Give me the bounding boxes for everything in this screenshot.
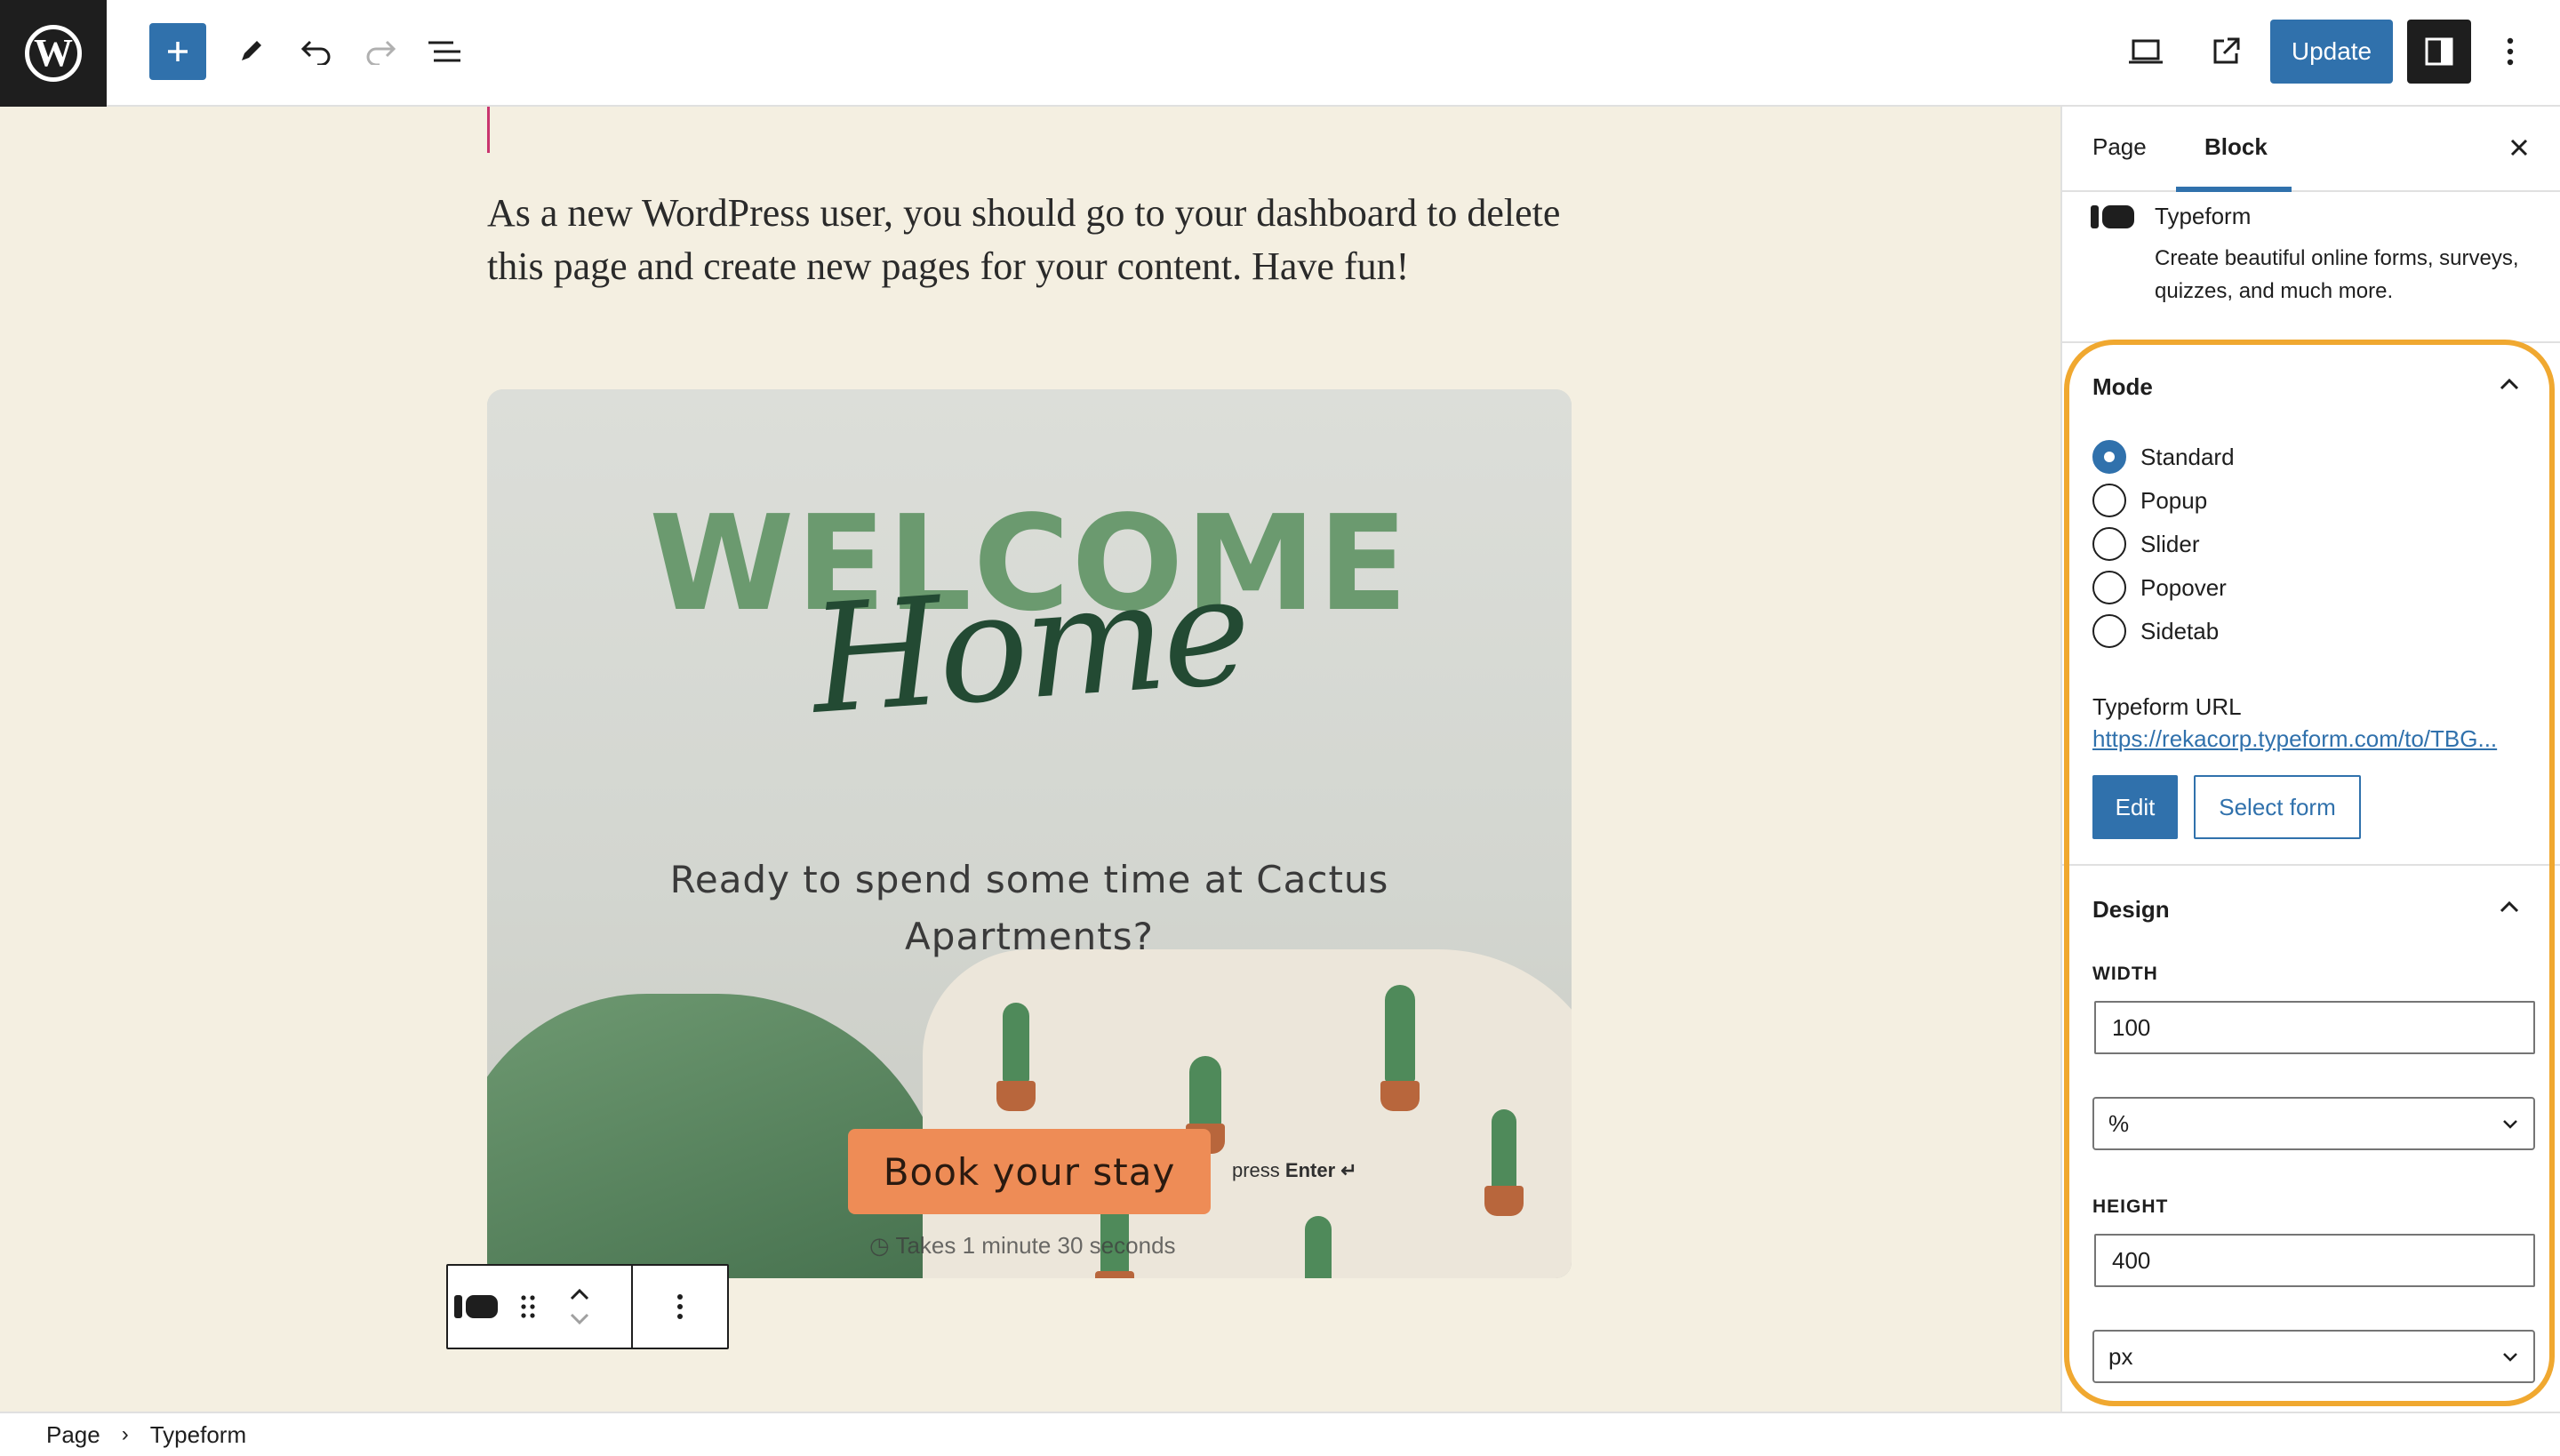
block-title: Typeform [2155,203,2252,229]
chevron-up-icon[interactable] [2496,372,2523,398]
mode-option-popover[interactable]: Popover [2092,570,2227,605]
mode-option-sidetab[interactable]: Sidetab [2092,613,2219,649]
edit-form-button[interactable]: Edit [2092,775,2178,839]
external-link-icon [2213,37,2240,64]
laptop-preview-icon [2129,39,2163,64]
active-tab-indicator [2176,187,2292,192]
editor-canvas[interactable]: As a new WordPress user, you should go t… [0,107,2060,1412]
block-options-button[interactable] [657,1266,703,1348]
book-your-stay-button[interactable]: Book your stay [848,1129,1211,1214]
mode-option-standard[interactable]: Standard [2092,439,2235,475]
width-input[interactable]: 100 [2094,1001,2535,1054]
block-description: Create beautiful online forms, surveys, … [2155,246,2519,303]
width-unit-value: % [2108,1109,2130,1137]
move-down-icon[interactable] [568,1312,591,1326]
press-text: press [1232,1159,1280,1181]
mode-option-slider[interactable]: Slider [2092,526,2199,562]
move-up-icon[interactable] [568,1287,591,1301]
breadcrumb-item-page[interactable]: Page [46,1421,100,1449]
plus-icon [168,42,188,61]
sidebar-toggle-icon [2425,37,2453,66]
enter-key-text: Enter ↵ [1284,1159,1357,1181]
height-input[interactable]: 400 [2094,1234,2535,1287]
typeform-block-icon [454,1295,498,1318]
options-menu-button[interactable] [2482,23,2539,80]
paragraph-block[interactable]: As a new WordPress user, you should go t… [487,187,1589,293]
vertical-ellipsis-icon [2507,37,2514,66]
height-label: HEIGHT [2092,1196,2169,1217]
block-toolbar [446,1264,729,1349]
redo-button[interactable] [352,23,409,80]
chevron-down-icon [2503,1120,2517,1129]
move-block-buttons [551,1266,608,1348]
undo-icon [300,40,331,65]
update-button[interactable]: Update [2270,20,2393,84]
undo-button[interactable] [288,23,345,80]
time-estimate-text: Takes 1 minute 30 seconds [895,1232,1176,1259]
document-overview-button[interactable] [416,23,473,80]
close-icon [2510,139,2528,156]
chevron-up-icon[interactable] [2496,894,2523,921]
logo-letter: W [34,31,73,75]
radio-label: Sidetab [2140,617,2220,644]
chevron-down-icon [2503,1353,2517,1362]
drag-handle[interactable] [505,1266,551,1348]
tab-block[interactable]: Block [2204,133,2268,161]
clock-icon: ◷ [869,1232,896,1259]
typeform-embed[interactable]: WELCOME Home Ready to spend some time at… [487,389,1572,1278]
editor-top-toolbar: W Update [0,0,2560,107]
select-form-button[interactable]: Select form [2194,775,2361,839]
height-unit-select[interactable]: px [2092,1330,2535,1383]
width-unit-select[interactable]: % [2092,1097,2535,1150]
list-view-icon [428,41,460,62]
breadcrumb-item-typeform[interactable]: Typeform [150,1421,246,1449]
radio-label: Popover [2140,573,2227,601]
radio-label: Slider [2140,530,2200,557]
width-label: WIDTH [2092,964,2158,984]
form-question: Ready to spend some time at Cactus Apart… [669,858,1389,958]
wordpress-logo-button[interactable]: W [0,0,107,107]
preview-button[interactable] [2117,23,2174,80]
wordpress-logo-icon: W [25,25,82,82]
radio-button[interactable] [2092,484,2126,517]
radio-label: Popup [2140,486,2208,514]
close-sidebar-button[interactable] [2501,130,2537,165]
block-breadcrumb: Page › Typeform [0,1412,2560,1456]
add-block-button[interactable] [149,23,206,80]
height-unit-value: px [2108,1342,2133,1370]
typeform-block-icon [2091,205,2134,228]
typeform-url-label: Typeform URL [2092,693,2242,720]
drag-handle-icon [521,1295,535,1318]
text-cursor [487,107,490,153]
settings-sidebar: Page Block Typeform Create beautiful onl… [2060,107,2560,1412]
tools-button[interactable] [222,23,279,80]
redo-icon [366,40,396,65]
vertical-ellipsis-icon [677,1294,683,1319]
mode-option-popup[interactable]: Popup [2092,483,2207,518]
settings-toggle-button[interactable] [2407,20,2471,84]
tab-page[interactable]: Page [2092,133,2147,161]
mode-panel-title[interactable]: Mode [2092,373,2153,401]
panel-divider [2062,341,2560,343]
view-page-button[interactable] [2197,23,2254,80]
block-type-button[interactable] [448,1266,505,1348]
radio-label: Standard [2140,443,2235,470]
radio-button[interactable] [2092,527,2126,561]
typeform-url-link[interactable]: https://rekacorp.typeform.com/to/TBG... [2092,725,2537,753]
radio-button[interactable] [2092,614,2126,648]
panel-divider [2062,864,2560,866]
pencil-icon [242,41,261,60]
time-estimate: ◷ Takes 1 minute 30 seconds [869,1232,1176,1260]
sidebar-tabs: Page Block [2062,107,2560,192]
cactus-pillow-image [923,949,1572,1278]
chevron-right-icon: › [121,1422,129,1446]
radio-button[interactable] [2092,440,2126,474]
design-panel-title[interactable]: Design [2092,896,2170,924]
radio-button[interactable] [2092,571,2126,604]
press-enter-hint: press Enter ↵ [1232,1159,1357,1182]
